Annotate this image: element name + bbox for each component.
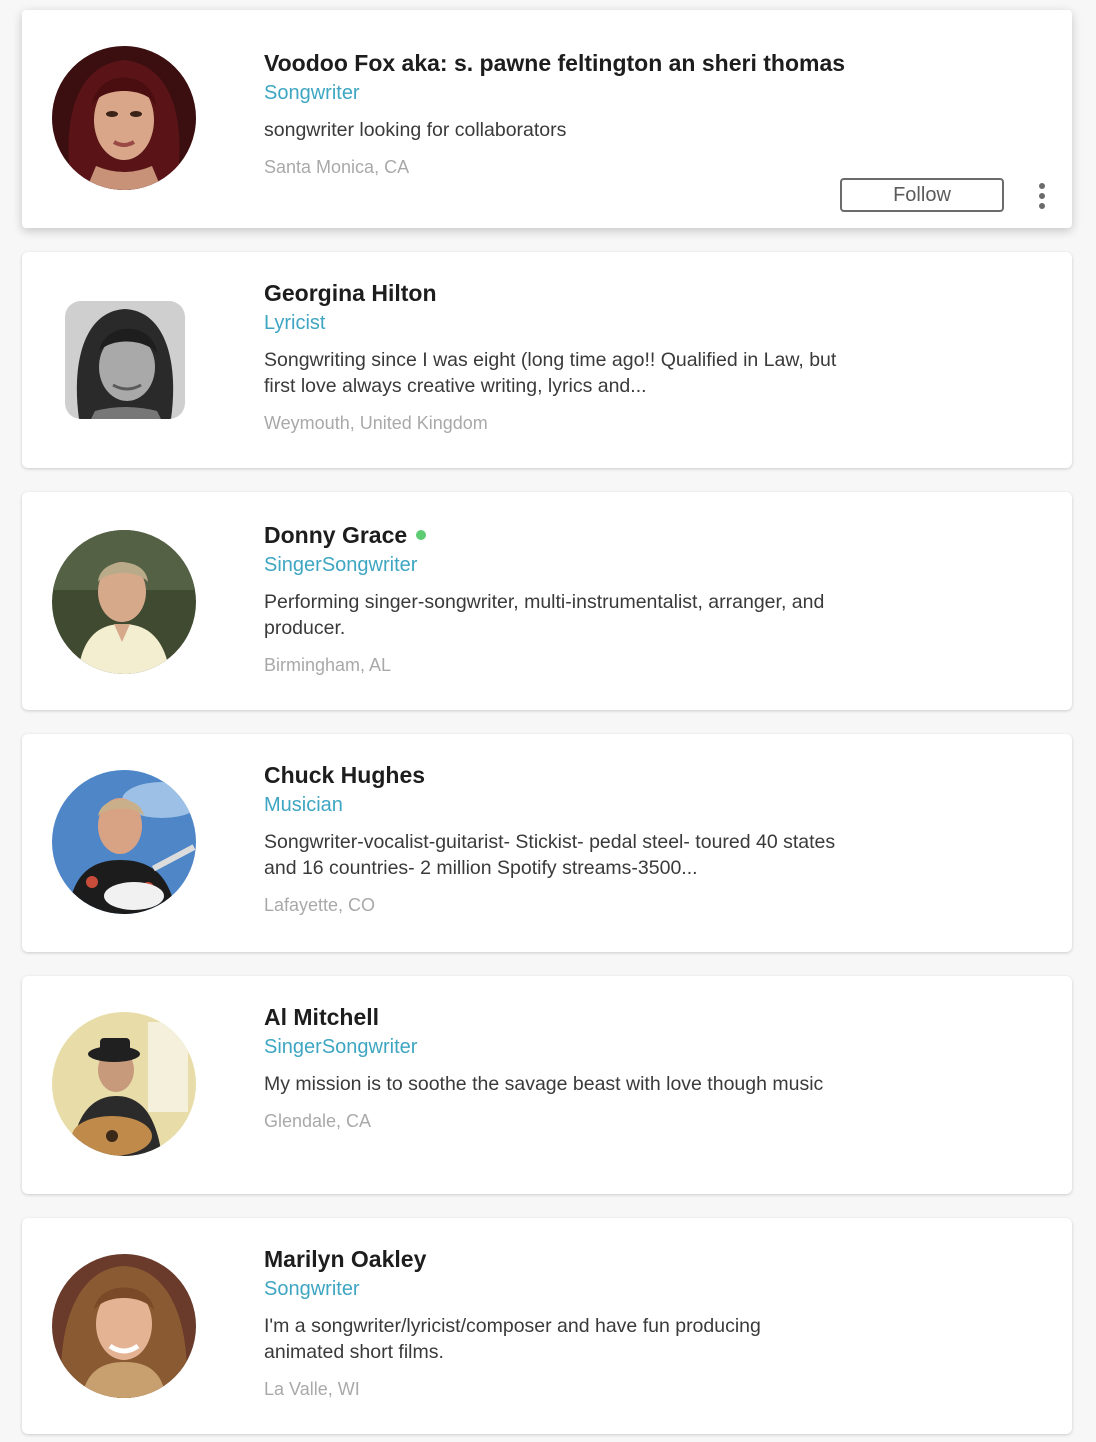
profile-name[interactable]: Al Mitchell bbox=[264, 1004, 379, 1031]
profile-bio: I'm a songwriter/lyricist/composer and h… bbox=[264, 1315, 761, 1363]
avatar[interactable] bbox=[65, 301, 185, 419]
profile-role: SingerSongwriter bbox=[264, 1036, 418, 1058]
avatar[interactable] bbox=[52, 1254, 196, 1398]
avatar[interactable] bbox=[52, 770, 196, 914]
profile-bio: Songwriting since I was eight (long time… bbox=[264, 349, 837, 397]
profile-card[interactable]: Chuck Hughes Musician Songwriter-vocalis… bbox=[22, 734, 1072, 952]
profile-card[interactable]: Georgina Hilton Lyricist Songwriting sin… bbox=[22, 252, 1072, 468]
profile-location: Santa Monica, CA bbox=[264, 157, 410, 177]
profile-card[interactable]: Al Mitchell SingerSongwriter My mission … bbox=[22, 976, 1072, 1194]
profile-card[interactable]: Voodoo Fox aka: s. pawne feltington an s… bbox=[22, 10, 1072, 228]
avatar-icon bbox=[52, 1254, 196, 1398]
avatar-icon bbox=[52, 46, 196, 190]
avatar-icon bbox=[65, 301, 185, 419]
online-status-dot bbox=[416, 530, 427, 540]
avatar-icon bbox=[52, 530, 196, 674]
profile-role: Lyricist bbox=[264, 312, 326, 334]
avatar[interactable] bbox=[52, 1012, 196, 1156]
avatar-icon bbox=[52, 770, 196, 914]
profile-location: Lafayette, CO bbox=[264, 895, 376, 915]
profile-location: Birmingham, AL bbox=[264, 655, 392, 675]
profile-role: Songwriter bbox=[264, 82, 360, 104]
profile-name[interactable]: Voodoo Fox aka: s. pawne feltington an s… bbox=[264, 50, 845, 77]
profile-bio: Performing singer-songwriter, multi-inst… bbox=[264, 591, 825, 639]
avatar-icon bbox=[52, 1012, 196, 1156]
avatar[interactable] bbox=[52, 530, 196, 674]
profile-role: Songwriter bbox=[264, 1278, 360, 1300]
profile-card[interactable]: Marilyn Oakley Songwriter I'm a songwrit… bbox=[22, 1218, 1072, 1434]
profile-bio: songwriter looking for collaborators bbox=[264, 119, 567, 141]
follow-button[interactable]: Follow bbox=[840, 178, 1004, 212]
profile-name[interactable]: Chuck Hughes bbox=[264, 762, 425, 789]
profile-role: Musician bbox=[264, 794, 343, 816]
profile-name[interactable]: Georgina Hilton bbox=[264, 280, 437, 307]
profile-name[interactable]: Donny Grace bbox=[264, 522, 407, 549]
profile-location: La Valle, WI bbox=[264, 1379, 360, 1399]
profile-location: Weymouth, United Kingdom bbox=[264, 413, 488, 433]
profile-card[interactable]: Donny Grace SingerSongwriter Performing … bbox=[22, 492, 1072, 710]
profile-bio: My mission is to soothe the savage beast… bbox=[264, 1073, 824, 1095]
profile-name[interactable]: Marilyn Oakley bbox=[264, 1246, 426, 1273]
more-options-icon[interactable] bbox=[1030, 180, 1054, 212]
avatar[interactable] bbox=[52, 46, 196, 190]
profile-location: Glendale, CA bbox=[264, 1111, 372, 1131]
profile-bio: Songwriter-vocalist-guitarist- Stickist-… bbox=[264, 831, 836, 879]
profile-role: SingerSongwriter bbox=[264, 554, 418, 576]
